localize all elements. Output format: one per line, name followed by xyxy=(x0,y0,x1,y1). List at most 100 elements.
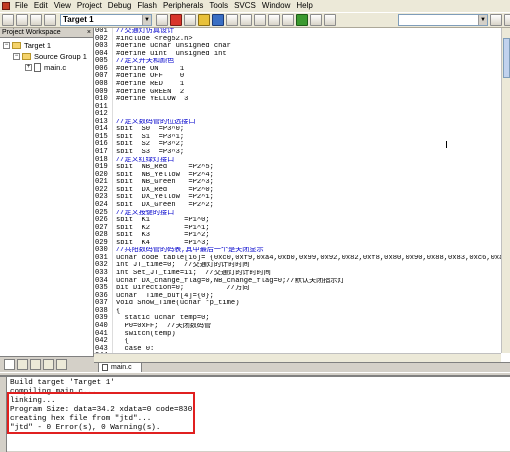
code-text: sbit DX_Yellow =P2^1; xyxy=(116,194,214,202)
stop-icon[interactable] xyxy=(170,14,182,26)
code-line[interactable]: 014 sbit S0 =P3^0; xyxy=(94,126,501,134)
code-line[interactable]: 042 { xyxy=(94,337,501,346)
tab-regs-icon[interactable] xyxy=(17,359,28,370)
download-icon[interactable] xyxy=(44,14,56,26)
code-text: sbit S1 =P3^1; xyxy=(116,133,185,141)
code-line[interactable]: 026 sbit K1 =P1^0; xyxy=(94,216,501,225)
code-line[interactable]: 023 sbit DX_Yellow =P2^1; xyxy=(94,194,501,202)
code-line[interactable]: 024 sbit DX_Green =P2^2; xyxy=(94,201,501,210)
open-file-icon[interactable] xyxy=(198,14,210,26)
code-line[interactable]: 005//定义开关和颜色 xyxy=(94,58,501,66)
code-line[interactable]: 038{ xyxy=(94,307,501,316)
menu-peripherals[interactable]: Peripherals xyxy=(160,0,206,12)
code-line[interactable]: 002 #include <reg52.h> xyxy=(94,35,501,44)
copy-icon[interactable] xyxy=(240,14,252,26)
code-line[interactable]: 029 sbit K4 =P1^3; xyxy=(94,239,501,248)
code-line[interactable]: 001//交通灯仿真设计 xyxy=(94,28,501,36)
code-line[interactable]: 034 uchar DX_change_flag=0,NB_change_flag… xyxy=(94,277,501,286)
vertical-scrollbar[interactable] xyxy=(501,28,510,353)
menu-file[interactable]: File xyxy=(12,0,31,12)
menu-debug[interactable]: Debug xyxy=(105,0,135,12)
tree-item-source-group[interactable]: − Source Group 1 xyxy=(0,51,93,62)
code-line[interactable]: 022 sbit DX_Red =P2^0; xyxy=(94,186,501,195)
menu-edit[interactable]: Edit xyxy=(31,0,51,12)
code-line[interactable]: 040 P0=0xFF; //关闭数码管 xyxy=(94,322,501,331)
redo-icon[interactable] xyxy=(282,14,294,26)
code-line[interactable]: 039 static uchar temp=0; xyxy=(94,315,501,323)
scroll-thumb[interactable] xyxy=(503,38,510,78)
code-text: //定义开关和颜色 xyxy=(116,58,175,66)
code-line[interactable]: 016 sbit S2 =P3^2; xyxy=(94,141,501,149)
target-select[interactable]: Target 1 ▼ xyxy=(60,14,152,26)
code-line[interactable]: 030//共阳数码管的码表,其中最后一个是关闭显示 xyxy=(94,247,501,255)
undo-icon[interactable] xyxy=(268,14,280,26)
cut-icon[interactable] xyxy=(226,14,238,26)
code-line[interactable]: 009 #define GREEN 2 xyxy=(94,88,501,97)
code-text: case 0: xyxy=(116,345,155,353)
menu-project[interactable]: Project xyxy=(74,0,105,12)
collapse-icon[interactable]: − xyxy=(3,42,10,49)
code-line[interactable]: 033 int Set_JT_time=11; //交通灯的计时时间 xyxy=(94,269,501,278)
expand-icon[interactable]: + xyxy=(25,64,32,71)
code-editor[interactable]: 001//交通灯仿真设计 002 #include <reg52.h> 003 #def… xyxy=(94,28,510,373)
code-line[interactable]: 017 sbit S3 =P3^3; xyxy=(94,148,501,157)
code-line[interactable]: 028 sbit K3 =P1^2; xyxy=(94,232,501,240)
code-line[interactable]: 013//定义数码管的位选接口 xyxy=(94,118,501,127)
menu-tools[interactable]: Tools xyxy=(206,0,231,12)
code-line[interactable]: 003 #define uchar unsigned char xyxy=(94,43,501,51)
code-line[interactable]: 035 bit Direction=0; //方向 xyxy=(94,285,501,293)
menu-view[interactable]: View xyxy=(51,0,74,12)
code-line[interactable]: 043 case 0: xyxy=(94,345,501,353)
menu-help[interactable]: Help xyxy=(293,0,315,12)
code-text: sbit DX_Red =P2^0; xyxy=(116,186,214,194)
code-line[interactable]: 008 #define RED 1 xyxy=(94,80,501,89)
code-line[interactable]: 037 void Show_Time(uchar *p_time) xyxy=(94,300,501,308)
code-line[interactable]: 025//定义按键的接口 xyxy=(94,209,501,218)
code-line[interactable]: 012 xyxy=(94,111,501,119)
code-line[interactable]: 019 sbit NB_Red =P2^5; xyxy=(94,164,501,172)
code-text: static uchar temp=0; xyxy=(116,315,210,323)
paste-icon[interactable] xyxy=(254,14,266,26)
bookmark-icon[interactable] xyxy=(296,14,308,26)
save-icon[interactable] xyxy=(212,14,224,26)
code-line[interactable]: 018//定义红绿灯接口 xyxy=(94,156,501,165)
code-line[interactable]: 010 #define YELLOW 3 xyxy=(94,95,501,104)
tab-templates-icon[interactable] xyxy=(56,359,67,370)
menu-window[interactable]: Window xyxy=(259,0,293,12)
code-line[interactable]: 031 uchar code table[16]= {0xc0,0xf9,0xa4… xyxy=(94,254,501,263)
tab-books-icon[interactable] xyxy=(30,359,41,370)
code-line[interactable]: 011 xyxy=(94,103,501,112)
build-icon[interactable] xyxy=(16,14,28,26)
tree-item-main-c[interactable]: + main.c xyxy=(0,62,93,73)
menu-flash[interactable]: Flash xyxy=(134,0,160,12)
target-options-icon[interactable] xyxy=(156,14,168,26)
menu-svcs[interactable]: SVCS xyxy=(231,0,259,12)
code-line[interactable]: 041 switch(temp) xyxy=(94,330,501,339)
code-line[interactable]: 007 #define OFF 0 xyxy=(94,73,501,81)
translate-icon[interactable] xyxy=(2,14,14,26)
code-line[interactable]: 006 #define ON 1 xyxy=(94,65,501,74)
find-icon[interactable] xyxy=(490,14,502,26)
new-file-icon[interactable] xyxy=(184,14,196,26)
close-icon[interactable]: × xyxy=(87,28,91,38)
code-area[interactable]: 001//交通灯仿真设计 002 #include <reg52.h> 003 #def… xyxy=(94,28,501,353)
tree-item-target[interactable]: − Target 1 xyxy=(0,40,93,51)
find-select[interactable]: ▼ xyxy=(398,14,488,26)
collapse-icon[interactable]: − xyxy=(13,53,20,60)
outdent-icon[interactable] xyxy=(324,14,336,26)
debug-icon[interactable] xyxy=(504,14,510,26)
rebuild-icon[interactable] xyxy=(30,14,42,26)
tab-functions-icon[interactable] xyxy=(43,359,54,370)
indent-icon[interactable] xyxy=(310,14,322,26)
code-text: { xyxy=(116,307,121,315)
tab-files-icon[interactable] xyxy=(4,359,15,370)
horizontal-scrollbar[interactable] xyxy=(94,353,501,362)
code-line[interactable]: 036 uchar Time_buf[4]={0}; xyxy=(94,292,501,301)
code-line[interactable]: 021 sbit NB_Green =P2^3; xyxy=(94,179,501,187)
code-line[interactable]: 015 sbit S1 =P3^1; xyxy=(94,133,501,142)
code-line[interactable]: 027 sbit K2 =P1^1; xyxy=(94,224,501,233)
code-line[interactable]: 032 int JT_time=0; //交通灯的计时时间 xyxy=(94,262,501,270)
code-text: sbit K3 =P1^2; xyxy=(116,232,210,240)
code-line[interactable]: 004 #define uint unsigned int xyxy=(94,50,501,59)
code-line[interactable]: 020 sbit NB_Yellow =P2^4; xyxy=(94,171,501,180)
